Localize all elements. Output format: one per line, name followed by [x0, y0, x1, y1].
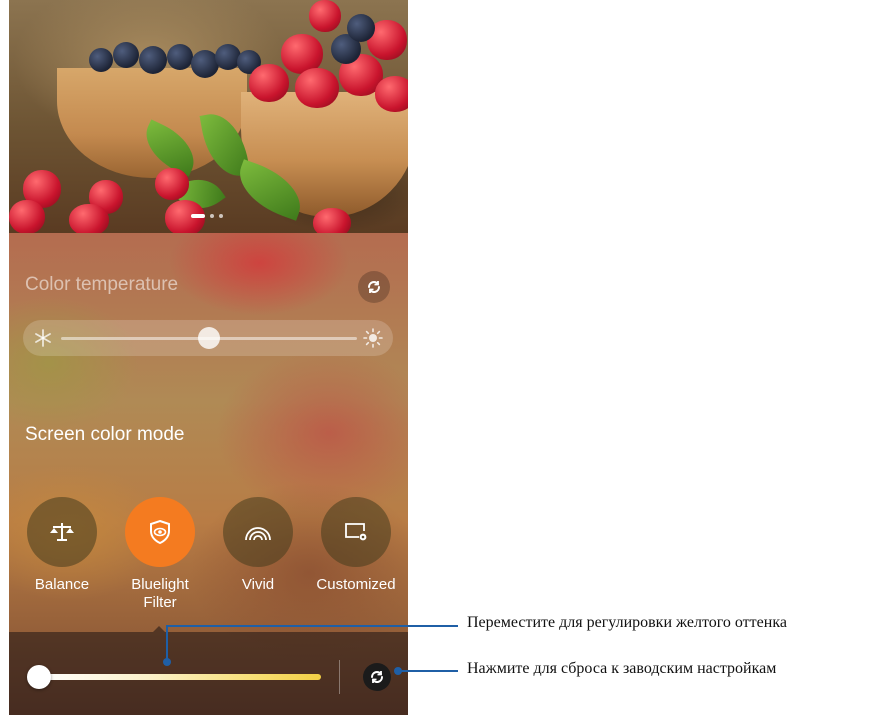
color-temperature-label: Color temperature — [25, 274, 179, 295]
settings-panel: Color temperature Screen color mode Bala… — [9, 233, 408, 715]
snowflake-icon — [35, 329, 51, 347]
blackberry — [347, 14, 375, 42]
mode-customized-label: Customized — [316, 576, 396, 593]
raspberry — [295, 68, 339, 108]
color-temperature-thumb[interactable] — [198, 327, 220, 349]
blueberry — [113, 42, 139, 68]
raspberry — [375, 76, 408, 112]
mode-balance-label: Balance — [34, 576, 90, 593]
yellow-tone-thumb[interactable] — [27, 665, 51, 689]
raspberry — [9, 200, 45, 233]
reset-icon — [368, 281, 380, 293]
preview-image — [9, 0, 408, 233]
bluelight-reset-button[interactable] — [363, 663, 391, 691]
mode-bluelight-filter-label: Bluelight Filter — [131, 576, 189, 611]
eye-shield-icon — [150, 519, 170, 545]
page-dot — [219, 214, 223, 218]
color-temperature-reset-button[interactable] — [358, 271, 390, 303]
page-indicator — [191, 214, 223, 218]
mode-vivid-button[interactable] — [223, 497, 293, 567]
mode-customized[interactable]: Customized — [311, 497, 401, 594]
annotation-reset-text: Нажмите для сброса к заводским настройка… — [467, 660, 777, 677]
raspberry — [249, 64, 289, 102]
mode-bluelight-filter-button[interactable] — [125, 497, 195, 567]
raspberry — [69, 204, 109, 233]
annotation-slider-horizontal-line — [166, 625, 458, 627]
raspberry — [309, 0, 341, 32]
bluelight-filter-bar — [9, 626, 408, 715]
mode-balance[interactable]: Balance — [17, 497, 107, 594]
mode-vivid-label: Vivid — [241, 576, 275, 593]
raspberry — [313, 208, 351, 233]
scale-icon — [50, 523, 74, 541]
color-temperature-slider[interactable] — [23, 320, 393, 356]
reset-icon — [371, 671, 383, 683]
blueberry — [167, 44, 193, 70]
divider — [339, 660, 340, 694]
mode-customized-button[interactable] — [321, 497, 391, 567]
yellow-tone-track[interactable] — [39, 674, 321, 680]
annotation-reset-line — [398, 670, 458, 672]
annotation-slider-dot — [163, 658, 171, 666]
screen-color-mode-options: Balance Bluelight Filter Vivid Customize… — [9, 497, 408, 611]
blueberry — [139, 46, 167, 74]
page-dot-active — [191, 214, 205, 218]
mode-bluelight-filter[interactable]: Bluelight Filter — [115, 497, 205, 612]
screen-settings-icon — [345, 523, 367, 541]
annotation-slider-vertical-line — [166, 626, 168, 662]
blueberry — [89, 48, 113, 72]
raspberry — [155, 168, 189, 200]
screen-color-mode-label: Screen color mode — [25, 424, 185, 445]
selected-mode-pointer — [153, 626, 165, 632]
annotation-slider-text: Переместите для регулировки желтого отте… — [467, 614, 787, 631]
annotation-reset-dot — [394, 667, 402, 675]
sun-icon — [363, 328, 383, 348]
mode-balance-button[interactable] — [27, 497, 97, 567]
mode-vivid[interactable]: Vivid — [213, 497, 303, 594]
rainbow-icon — [245, 527, 271, 541]
page-dot — [210, 214, 214, 218]
phone-screen: Color temperature Screen color mode Bala… — [9, 0, 408, 715]
